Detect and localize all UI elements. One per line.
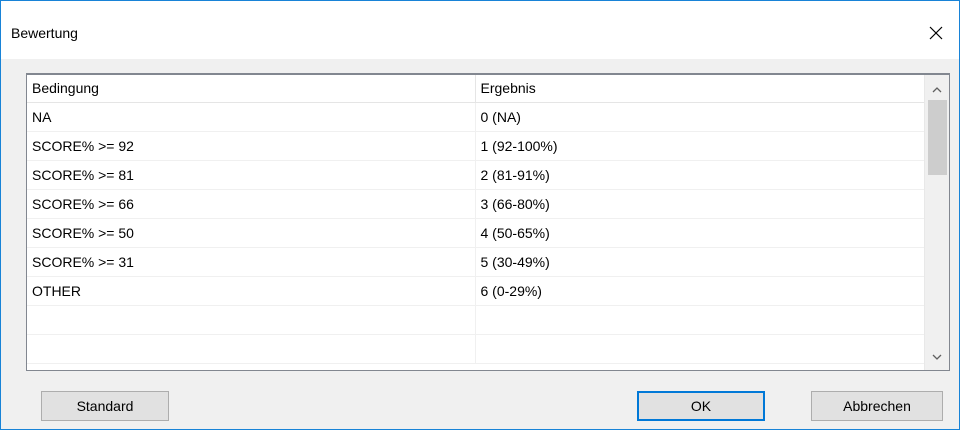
table-header-row: Bedingung Ergebnis: [27, 75, 925, 103]
table-row[interactable]: OTHER 6 (0-29%): [27, 276, 925, 306]
close-icon: [929, 26, 943, 40]
condition-cell: [27, 334, 476, 364]
condition-cell: OTHER: [27, 276, 476, 306]
scroll-down-button[interactable]: [925, 346, 949, 368]
window-title: Bewertung: [11, 25, 78, 41]
table-row[interactable]: NA 0 (NA): [27, 102, 925, 132]
result-cell: 6 (0-29%): [475, 276, 925, 306]
result-cell: 2 (81-91%): [475, 160, 925, 190]
column-header-bedingung[interactable]: Bedingung: [27, 75, 476, 103]
result-cell: [475, 305, 925, 335]
result-cell: 3 (66-80%): [475, 189, 925, 219]
condition-cell: SCORE% >= 81: [27, 160, 476, 190]
chevron-up-icon: [932, 87, 942, 93]
dialog-window: Bewertung Bedingung Ergebnis NA 0 (NA) SC…: [0, 0, 960, 430]
table-row[interactable]: SCORE% >= 50 4 (50-65%): [27, 218, 925, 248]
scroll-thumb[interactable]: [928, 100, 947, 175]
rating-table: Bedingung Ergebnis NA 0 (NA) SCORE% >= 92…: [27, 75, 925, 364]
chevron-down-icon: [932, 354, 942, 360]
table-row[interactable]: [27, 305, 925, 335]
condition-cell: SCORE% >= 31: [27, 247, 476, 277]
standard-button[interactable]: Standard: [41, 391, 169, 421]
result-cell: 5 (30-49%): [475, 247, 925, 277]
rating-list[interactable]: Bedingung Ergebnis NA 0 (NA) SCORE% >= 92…: [26, 73, 950, 371]
condition-cell: SCORE% >= 66: [27, 189, 476, 219]
result-cell: [475, 334, 925, 364]
table-row[interactable]: SCORE% >= 92 1 (92-100%): [27, 131, 925, 161]
table-row[interactable]: SCORE% >= 81 2 (81-91%): [27, 160, 925, 190]
result-cell: 1 (92-100%): [475, 131, 925, 161]
scroll-up-button[interactable]: [925, 79, 949, 101]
title-bar: Bewertung: [1, 1, 959, 59]
result-cell: 4 (50-65%): [475, 218, 925, 248]
condition-cell: NA: [27, 102, 476, 132]
condition-cell: SCORE% >= 50: [27, 218, 476, 248]
table-row[interactable]: [27, 334, 925, 364]
close-button[interactable]: [913, 13, 959, 53]
table-row[interactable]: SCORE% >= 31 5 (30-49%): [27, 247, 925, 277]
vertical-scrollbar[interactable]: [924, 75, 949, 370]
ok-button[interactable]: OK: [637, 391, 765, 421]
condition-cell: SCORE% >= 92: [27, 131, 476, 161]
condition-cell: [27, 305, 476, 335]
cancel-button[interactable]: Abbrechen: [811, 391, 943, 421]
table-row[interactable]: SCORE% >= 66 3 (66-80%): [27, 189, 925, 219]
result-cell: 0 (NA): [475, 102, 925, 132]
column-header-ergebnis[interactable]: Ergebnis: [475, 75, 925, 103]
